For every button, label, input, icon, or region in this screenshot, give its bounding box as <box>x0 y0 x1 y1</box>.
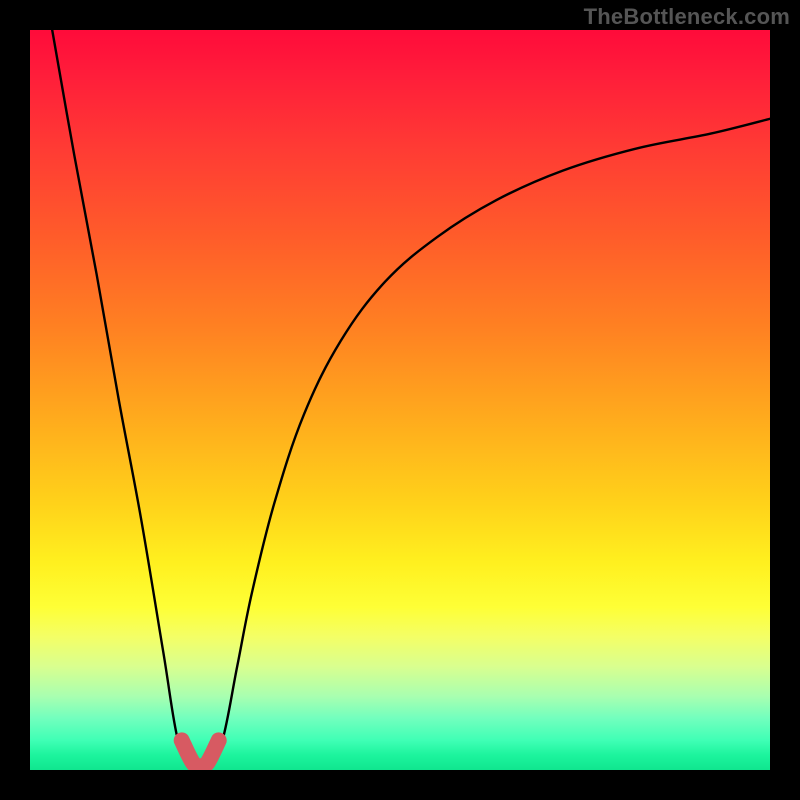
watermark-text: TheBottleneck.com <box>584 4 790 30</box>
chart-frame: TheBottleneck.com <box>0 0 800 800</box>
plot-area <box>30 30 770 770</box>
bottleneck-curve-path <box>52 30 770 770</box>
curve-layer <box>30 30 770 770</box>
min-highlight-path <box>182 740 219 766</box>
